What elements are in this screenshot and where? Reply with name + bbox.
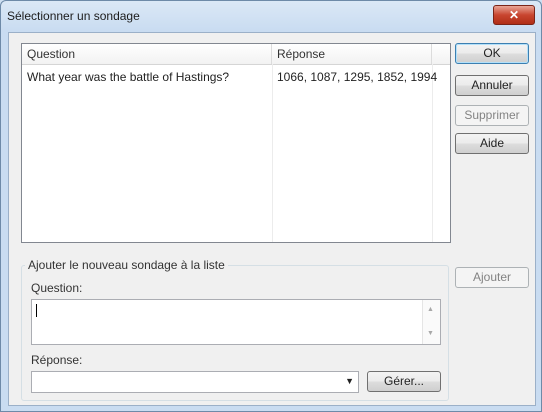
- delete-button[interactable]: Supprimer: [455, 105, 529, 126]
- poll-list[interactable]: Question Réponse What year was the battl…: [21, 43, 451, 243]
- dialog-window: Sélectionner un sondage ✕ Question Répon…: [0, 0, 542, 412]
- question-label: Question:: [31, 281, 83, 295]
- question-input[interactable]: ▲ ▼: [31, 299, 441, 345]
- manage-button[interactable]: Gérer...: [367, 371, 441, 392]
- text-caret: [36, 304, 37, 317]
- answer-combobox[interactable]: ▼: [31, 371, 359, 393]
- column-header-question[interactable]: Question: [22, 44, 272, 64]
- scroll-down-icon[interactable]: ▼: [427, 330, 434, 337]
- close-icon: ✕: [508, 8, 520, 22]
- answer-cell: 1066, 1087, 1295, 1852, 1994: [277, 70, 438, 84]
- help-button[interactable]: Aide: [455, 133, 529, 154]
- column-divider: [272, 64, 273, 242]
- chevron-down-icon[interactable]: ▼: [345, 376, 354, 386]
- list-header: Question Réponse: [22, 44, 450, 65]
- cancel-button[interactable]: Annuler: [455, 75, 529, 96]
- ok-button[interactable]: OK: [455, 43, 529, 64]
- question-scrollbar[interactable]: ▲ ▼: [422, 300, 440, 344]
- dialog-client: Question Réponse What year was the battl…: [8, 32, 536, 406]
- answer-label: Réponse:: [31, 353, 83, 367]
- add-poll-group-title: Ajouter le nouveau sondage à la liste: [25, 258, 228, 272]
- column-header-answer[interactable]: Réponse: [272, 44, 432, 64]
- list-item[interactable]: What year was the battle of Hastings? 10…: [22, 68, 450, 86]
- scroll-up-icon[interactable]: ▲: [427, 306, 434, 313]
- column-divider: [432, 64, 433, 242]
- question-cell: What year was the battle of Hastings?: [27, 70, 230, 84]
- close-button[interactable]: ✕: [493, 5, 535, 25]
- window-title: Sélectionner un sondage: [7, 9, 140, 23]
- add-button[interactable]: Ajouter: [455, 267, 529, 288]
- title-bar[interactable]: Sélectionner un sondage ✕: [1, 1, 541, 31]
